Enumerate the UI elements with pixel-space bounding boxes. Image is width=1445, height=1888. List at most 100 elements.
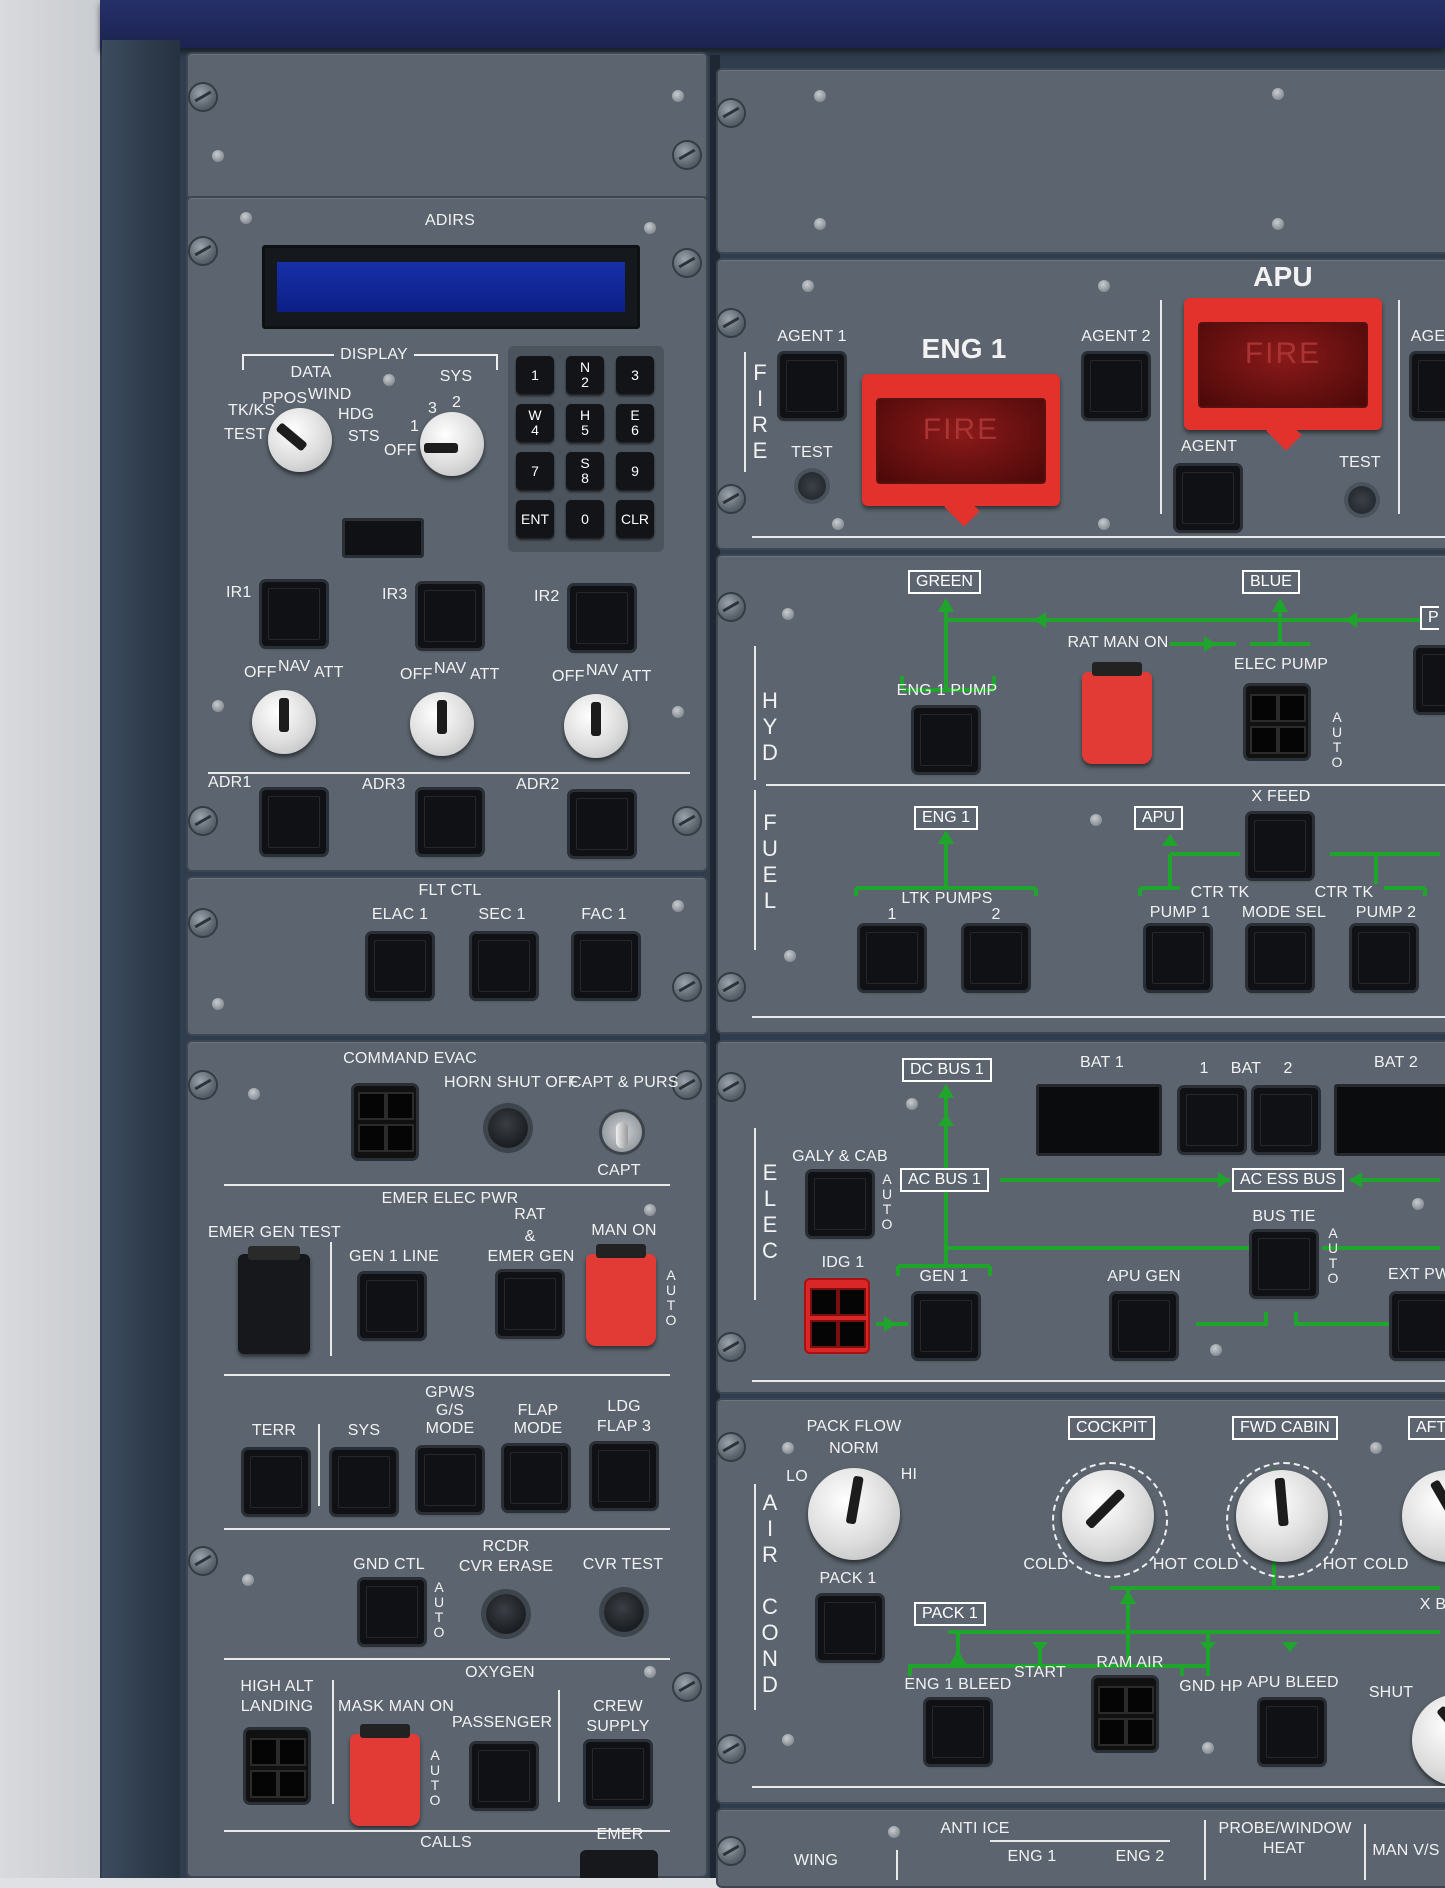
cvr-test-button[interactable] bbox=[604, 1592, 644, 1632]
calls-emer-guard[interactable] bbox=[580, 1850, 658, 1878]
apu-fire-handle[interactable]: FIRE bbox=[1184, 298, 1382, 451]
sys-selector-knob[interactable] bbox=[420, 412, 484, 476]
mask-man-on-guard[interactable] bbox=[350, 1724, 420, 1826]
apu-bleed-button[interactable] bbox=[1260, 1700, 1324, 1764]
sec1-label: SEC 1 bbox=[478, 906, 526, 923]
eng2-agent-button[interactable] bbox=[1412, 354, 1445, 418]
emer-gen-test-guard[interactable] bbox=[238, 1246, 310, 1354]
fwd-cabin-temp-knob[interactable] bbox=[1236, 1470, 1328, 1562]
ir1-button[interactable] bbox=[262, 582, 326, 646]
eng1-agent2-button[interactable] bbox=[1084, 354, 1148, 418]
eng1-pump-button[interactable] bbox=[914, 708, 978, 772]
rivet-icon bbox=[906, 1098, 918, 1110]
eng1-bleed-label: ENG 1 BLEED bbox=[904, 1676, 1012, 1693]
flap-mode-button[interactable] bbox=[504, 1446, 568, 1510]
ctr-tk-pump1-button[interactable] bbox=[1146, 926, 1210, 990]
ir2-off-label: OFF bbox=[552, 668, 585, 685]
keypad-key[interactable]: N2 bbox=[566, 356, 604, 394]
eng1-bleed-button[interactable] bbox=[926, 1700, 990, 1764]
ir3-button[interactable] bbox=[418, 584, 482, 648]
pack1-button[interactable] bbox=[818, 1596, 882, 1660]
man-vs-label: MAN V/S bbox=[1372, 1842, 1440, 1859]
ir1-mode-knob[interactable] bbox=[252, 690, 316, 754]
rat-man-on-guard[interactable] bbox=[1082, 662, 1152, 764]
keypad-key-label: 7 bbox=[531, 462, 539, 479]
adirs-divider bbox=[208, 772, 690, 774]
keypad-key[interactable]: CLR bbox=[616, 500, 654, 538]
ext-pwr-button[interactable] bbox=[1392, 1294, 1445, 1358]
gpws-sys-button[interactable] bbox=[332, 1450, 396, 1514]
cockpit-temp-knob[interactable] bbox=[1062, 1470, 1154, 1562]
ir3-att-label: ATT bbox=[470, 666, 500, 683]
idg1-button[interactable] bbox=[806, 1280, 868, 1352]
ir2-mode-knob[interactable] bbox=[564, 694, 628, 758]
eng1-agent1-button[interactable] bbox=[780, 354, 844, 418]
apu-gen-button[interactable] bbox=[1112, 1294, 1176, 1358]
rat-emer-gen-button[interactable] bbox=[498, 1272, 562, 1336]
command-evac-button[interactable] bbox=[354, 1086, 416, 1158]
gen1-button[interactable] bbox=[914, 1294, 978, 1358]
keypad-key[interactable]: H5 bbox=[566, 404, 604, 442]
crew-supply-button[interactable] bbox=[586, 1742, 650, 1806]
elec-bracket bbox=[754, 1128, 756, 1300]
keypad-key[interactable]: 3 bbox=[616, 356, 654, 394]
rcdr-bottom-divider bbox=[224, 1658, 670, 1660]
rivet-icon bbox=[782, 1734, 794, 1746]
keypad-key[interactable]: ENT bbox=[516, 500, 554, 538]
passenger-button[interactable] bbox=[472, 1744, 536, 1808]
ltk-pump1-button[interactable] bbox=[860, 926, 924, 990]
bat1-button[interactable] bbox=[1180, 1088, 1244, 1152]
mode-sel-button[interactable] bbox=[1248, 926, 1312, 990]
ir3-mode-knob[interactable] bbox=[410, 692, 474, 756]
horn-shut-off-label: HORN SHUT OFF bbox=[444, 1074, 578, 1091]
elec-pump-button[interactable] bbox=[1246, 686, 1308, 758]
adr3-button[interactable] bbox=[418, 790, 482, 854]
keypad-key[interactable]: S8 bbox=[566, 452, 604, 490]
display-selector-knob[interactable] bbox=[268, 408, 332, 472]
keypad-key[interactable]: 9 bbox=[616, 452, 654, 490]
eng1-fire-window: FIRE bbox=[876, 398, 1046, 484]
pack-flow-knob[interactable] bbox=[808, 1468, 900, 1560]
apu-agent-button[interactable] bbox=[1176, 466, 1240, 530]
gs-mode-button[interactable] bbox=[418, 1448, 482, 1512]
screw-icon bbox=[190, 808, 216, 834]
keypad-key[interactable]: 7 bbox=[516, 452, 554, 490]
capt-purs-toggle[interactable] bbox=[602, 1112, 642, 1152]
calls-emer-label: EMER bbox=[596, 1826, 644, 1843]
keypad-key[interactable]: E6 bbox=[616, 404, 654, 442]
eng1-fire-label: ENG 1 bbox=[921, 333, 1007, 364]
gnd-ctl-button[interactable] bbox=[360, 1580, 424, 1644]
fac1-button[interactable] bbox=[574, 934, 638, 998]
blue-system-label: BLUE bbox=[1242, 570, 1300, 594]
adr2-button[interactable] bbox=[570, 792, 634, 856]
keypad-key[interactable]: 0 bbox=[566, 500, 604, 538]
sec1-button[interactable] bbox=[472, 934, 536, 998]
blue-pump-button[interactable] bbox=[1416, 648, 1445, 712]
eng1-fire-handle[interactable]: FIRE bbox=[862, 374, 1060, 527]
cvr-erase-button[interactable] bbox=[486, 1594, 526, 1634]
apu-fire-window: FIRE bbox=[1198, 322, 1368, 408]
apu-test-button[interactable] bbox=[1348, 486, 1376, 514]
rivet-icon bbox=[672, 90, 684, 102]
elac1-label: ELAC 1 bbox=[371, 906, 429, 923]
keypad-key[interactable]: W4 bbox=[516, 404, 554, 442]
bus-tie-button[interactable] bbox=[1252, 1232, 1316, 1296]
gen1-line-button[interactable] bbox=[360, 1274, 424, 1338]
galy-cab-button[interactable] bbox=[808, 1172, 872, 1236]
man-on-guard[interactable] bbox=[586, 1244, 656, 1346]
emer-gen-label: EMER GEN bbox=[487, 1248, 575, 1265]
eng1-test-button[interactable] bbox=[798, 472, 826, 500]
x-feed-button[interactable] bbox=[1248, 814, 1312, 878]
ir2-button[interactable] bbox=[570, 586, 634, 650]
horn-shut-off-button[interactable] bbox=[488, 1108, 528, 1148]
ram-air-button[interactable] bbox=[1094, 1678, 1156, 1750]
terr-button[interactable] bbox=[244, 1450, 308, 1514]
adr1-button[interactable] bbox=[262, 790, 326, 854]
ctr-tk-pump2-button[interactable] bbox=[1352, 926, 1416, 990]
bat2-button[interactable] bbox=[1254, 1088, 1318, 1152]
ltk-pump2-button[interactable] bbox=[964, 926, 1028, 990]
ldg-flap3-button[interactable] bbox=[592, 1444, 656, 1508]
high-alt-landing-button[interactable] bbox=[246, 1730, 308, 1802]
keypad-key[interactable]: 1 bbox=[516, 356, 554, 394]
elac1-button[interactable] bbox=[368, 934, 432, 998]
